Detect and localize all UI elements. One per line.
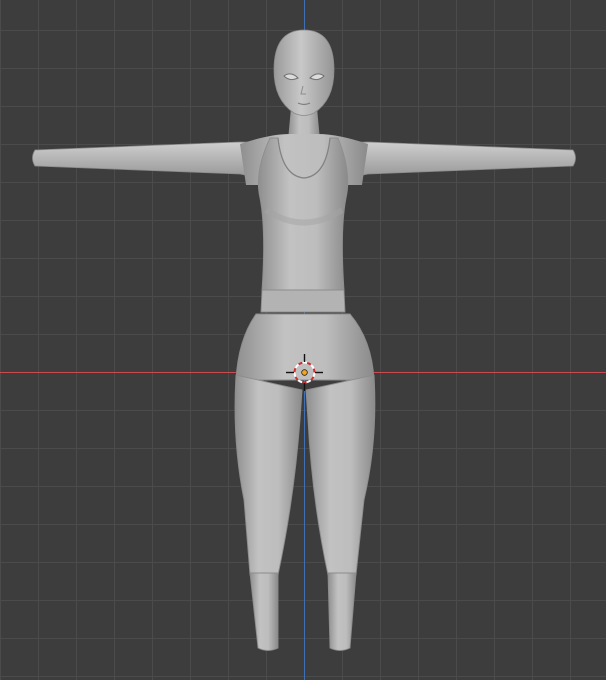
midriff [260, 289, 346, 313]
left-leg[interactable] [234, 374, 303, 576]
right-arm[interactable] [337, 141, 576, 176]
right-leg[interactable] [305, 374, 376, 576]
left-arm[interactable] [32, 141, 271, 176]
head[interactable] [273, 29, 335, 116]
object-origin-dot [301, 369, 308, 376]
3d-viewport[interactable] [0, 0, 606, 680]
viewport-canvas[interactable] [0, 0, 606, 680]
